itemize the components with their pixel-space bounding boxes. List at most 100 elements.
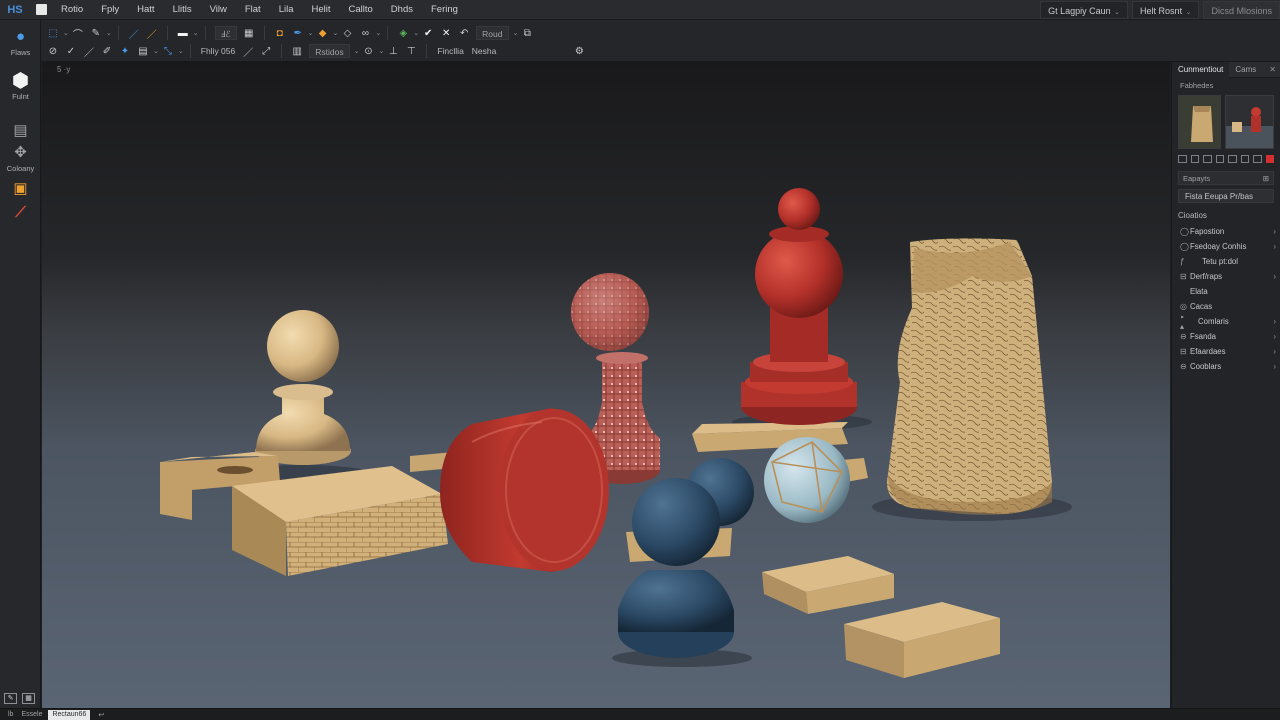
- tool-layers[interactable]: ▤: [0, 122, 41, 140]
- mask-icon[interactable]: ▥: [288, 43, 306, 59]
- eraser-icon[interactable]: ◇: [338, 25, 356, 41]
- mode-button[interactable]: Dicsd Mlosions: [1203, 1, 1280, 19]
- panel-search[interactable]: Eapayts ⊞: [1178, 171, 1274, 185]
- layer-item[interactable]: ⊟ Efaardaes ›: [1172, 344, 1280, 359]
- align-icon[interactable]: ⊥: [384, 43, 402, 59]
- menu-item-1[interactable]: Rotio: [52, 0, 92, 20]
- tool-field-2[interactable]: Roud: [476, 26, 509, 40]
- cancel-x-icon[interactable]: ✕: [437, 25, 455, 41]
- close-icon[interactable]: ✕: [1269, 65, 1276, 74]
- screen-mode-icon[interactable]: ▦: [22, 693, 35, 704]
- badge-icon[interactable]: ◘: [271, 25, 289, 41]
- layer-item[interactable]: ⊖ Fsanda ›: [1172, 329, 1280, 344]
- tool-folder[interactable]: ▣: [0, 180, 41, 198]
- brush-icon[interactable]: ／: [125, 25, 143, 41]
- layer-item[interactable]: ◯ Fsedoay Conhis ›: [1172, 239, 1280, 254]
- distribute-icon[interactable]: ⊤: [402, 43, 420, 59]
- path-icon[interactable]: ⤡: [159, 43, 177, 59]
- menu-item-4[interactable]: Llitls: [164, 0, 201, 20]
- action-icon[interactable]: [1228, 155, 1237, 163]
- preset-dropdown[interactable]: Helt Rosnt ⌄: [1132, 1, 1200, 19]
- layer-item[interactable]: ⊖ Cooblars ›: [1172, 359, 1280, 374]
- chevron-right-icon[interactable]: ›: [1273, 317, 1276, 326]
- layer-item[interactable]: Elata: [1172, 284, 1280, 299]
- thumbnail-sack[interactable]: [1178, 95, 1222, 149]
- tool-field-1[interactable]: Ⅎℰ: [214, 26, 237, 40]
- warp-icon[interactable]: ⊘: [44, 43, 62, 59]
- transform-icon[interactable]: ⧉: [518, 25, 536, 41]
- divider: [281, 44, 283, 58]
- workspace-dropdown[interactable]: Gt Lagpiy Caun ⌄: [1040, 1, 1129, 19]
- grid-icon[interactable]: ▤: [134, 43, 152, 59]
- action-icon[interactable]: [1253, 155, 1262, 163]
- chevron-right-icon[interactable]: ›: [1273, 227, 1276, 236]
- smudge-icon[interactable]: ✐: [98, 43, 116, 59]
- layer-item[interactable]: ◯ Fapostion ›: [1172, 224, 1280, 239]
- chevron-right-icon[interactable]: ›: [1273, 242, 1276, 251]
- layer-item[interactable]: ⊟ Derf/raps ›: [1172, 269, 1280, 284]
- heal-icon[interactable]: ✦: [116, 43, 134, 59]
- lasso-icon[interactable]: ⌒: [69, 25, 87, 41]
- line-tool-icon[interactable]: ／: [80, 43, 98, 59]
- commit-check-icon[interactable]: ✔: [419, 25, 437, 41]
- action-icon[interactable]: [1190, 155, 1199, 163]
- check-tool-icon[interactable]: ✓: [62, 43, 80, 59]
- layer-item[interactable]: ‣ ▴ Comlaris ›: [1172, 313, 1280, 331]
- finish-label[interactable]: Fincllia: [437, 46, 463, 56]
- tool-fulnt[interactable]: ⬢ Fulnt: [0, 71, 41, 101]
- status-active-tab[interactable]: Rectaun66: [48, 709, 91, 720]
- mesh-label[interactable]: Nesha: [472, 46, 497, 56]
- link-icon[interactable]: ∞: [356, 25, 374, 41]
- layer-item[interactable]: ƒ Tetu pt:dol: [1172, 254, 1280, 269]
- pressure-icon[interactable]: ⤢: [257, 43, 275, 59]
- tab-cams[interactable]: Cams: [1229, 62, 1262, 78]
- clone-icon[interactable]: ⊙: [359, 43, 377, 59]
- menu-item-6[interactable]: Flat: [236, 0, 270, 20]
- record-icon[interactable]: [1265, 155, 1274, 163]
- blend-mode-label[interactable]: Fhliy 056: [201, 46, 236, 56]
- menu-item-9[interactable]: Callto: [340, 0, 382, 20]
- thumbnail-scene[interactable]: [1225, 95, 1274, 149]
- tab-components[interactable]: Cunmentiout: [1172, 61, 1230, 78]
- action-icon[interactable]: [1178, 155, 1187, 163]
- eyedropper-icon[interactable]: ✒: [289, 25, 307, 41]
- fill-icon[interactable]: ◆: [314, 25, 332, 41]
- chevron-right-icon[interactable]: ›: [1273, 272, 1276, 281]
- menu-item-5[interactable]: Vilw: [201, 0, 236, 20]
- tool-coloany[interactable]: ✥ Coloany: [0, 144, 41, 173]
- menu-item-7[interactable]: Lila: [270, 0, 303, 20]
- brush-small-icon[interactable]: ／: [239, 43, 257, 59]
- menu-item-10[interactable]: Dhds: [382, 0, 422, 20]
- layer-icon[interactable]: ▦: [240, 25, 258, 41]
- settings-icon[interactable]: ⚙: [570, 43, 588, 59]
- menu-item-8[interactable]: Helit: [302, 0, 339, 20]
- menu-item-2[interactable]: Fply: [92, 0, 128, 20]
- chevron-down-icon[interactable]: ⌄: [193, 29, 199, 37]
- pen-icon[interactable]: ✎: [87, 25, 105, 41]
- color-picker-icon[interactable]: ◈: [394, 25, 412, 41]
- pencil-icon[interactable]: ／: [143, 25, 161, 41]
- menu-item-3[interactable]: Hatt: [128, 0, 163, 20]
- chevron-right-icon[interactable]: ›: [1273, 347, 1276, 356]
- home-icon[interactable]: [30, 0, 52, 20]
- undo-icon[interactable]: ↶: [455, 25, 473, 41]
- chevron-down-icon[interactable]: ⌄: [106, 29, 112, 37]
- action-icon[interactable]: [1203, 155, 1212, 163]
- action-icon[interactable]: [1240, 155, 1249, 163]
- select-tool-icon[interactable]: ⬚: [44, 25, 62, 41]
- style-dropdown[interactable]: Rstidos: [309, 44, 350, 58]
- chevron-down-icon[interactable]: ⌄: [178, 47, 184, 55]
- action-icon[interactable]: [1215, 155, 1224, 163]
- chevron-right-icon[interactable]: ›: [1273, 362, 1276, 371]
- filter-icon[interactable]: ⊞: [1263, 174, 1269, 183]
- canvas-viewport[interactable]: 5 ·y: [42, 62, 1170, 708]
- status-item[interactable]: ↩: [98, 711, 104, 719]
- chevron-down-icon[interactable]: ⌄: [375, 29, 381, 37]
- edit-icon[interactable]: ✎: [4, 693, 17, 704]
- tool-brush[interactable]: ⟋: [0, 204, 41, 222]
- image-icon[interactable]: ▬: [174, 25, 192, 41]
- menu-item-11[interactable]: Fering: [422, 0, 467, 20]
- panel-field[interactable]: Fista Eeupa Pr/bas: [1178, 189, 1274, 203]
- chevron-right-icon[interactable]: ›: [1273, 332, 1276, 341]
- tool-flaws[interactable]: ● Flaws: [0, 28, 41, 57]
